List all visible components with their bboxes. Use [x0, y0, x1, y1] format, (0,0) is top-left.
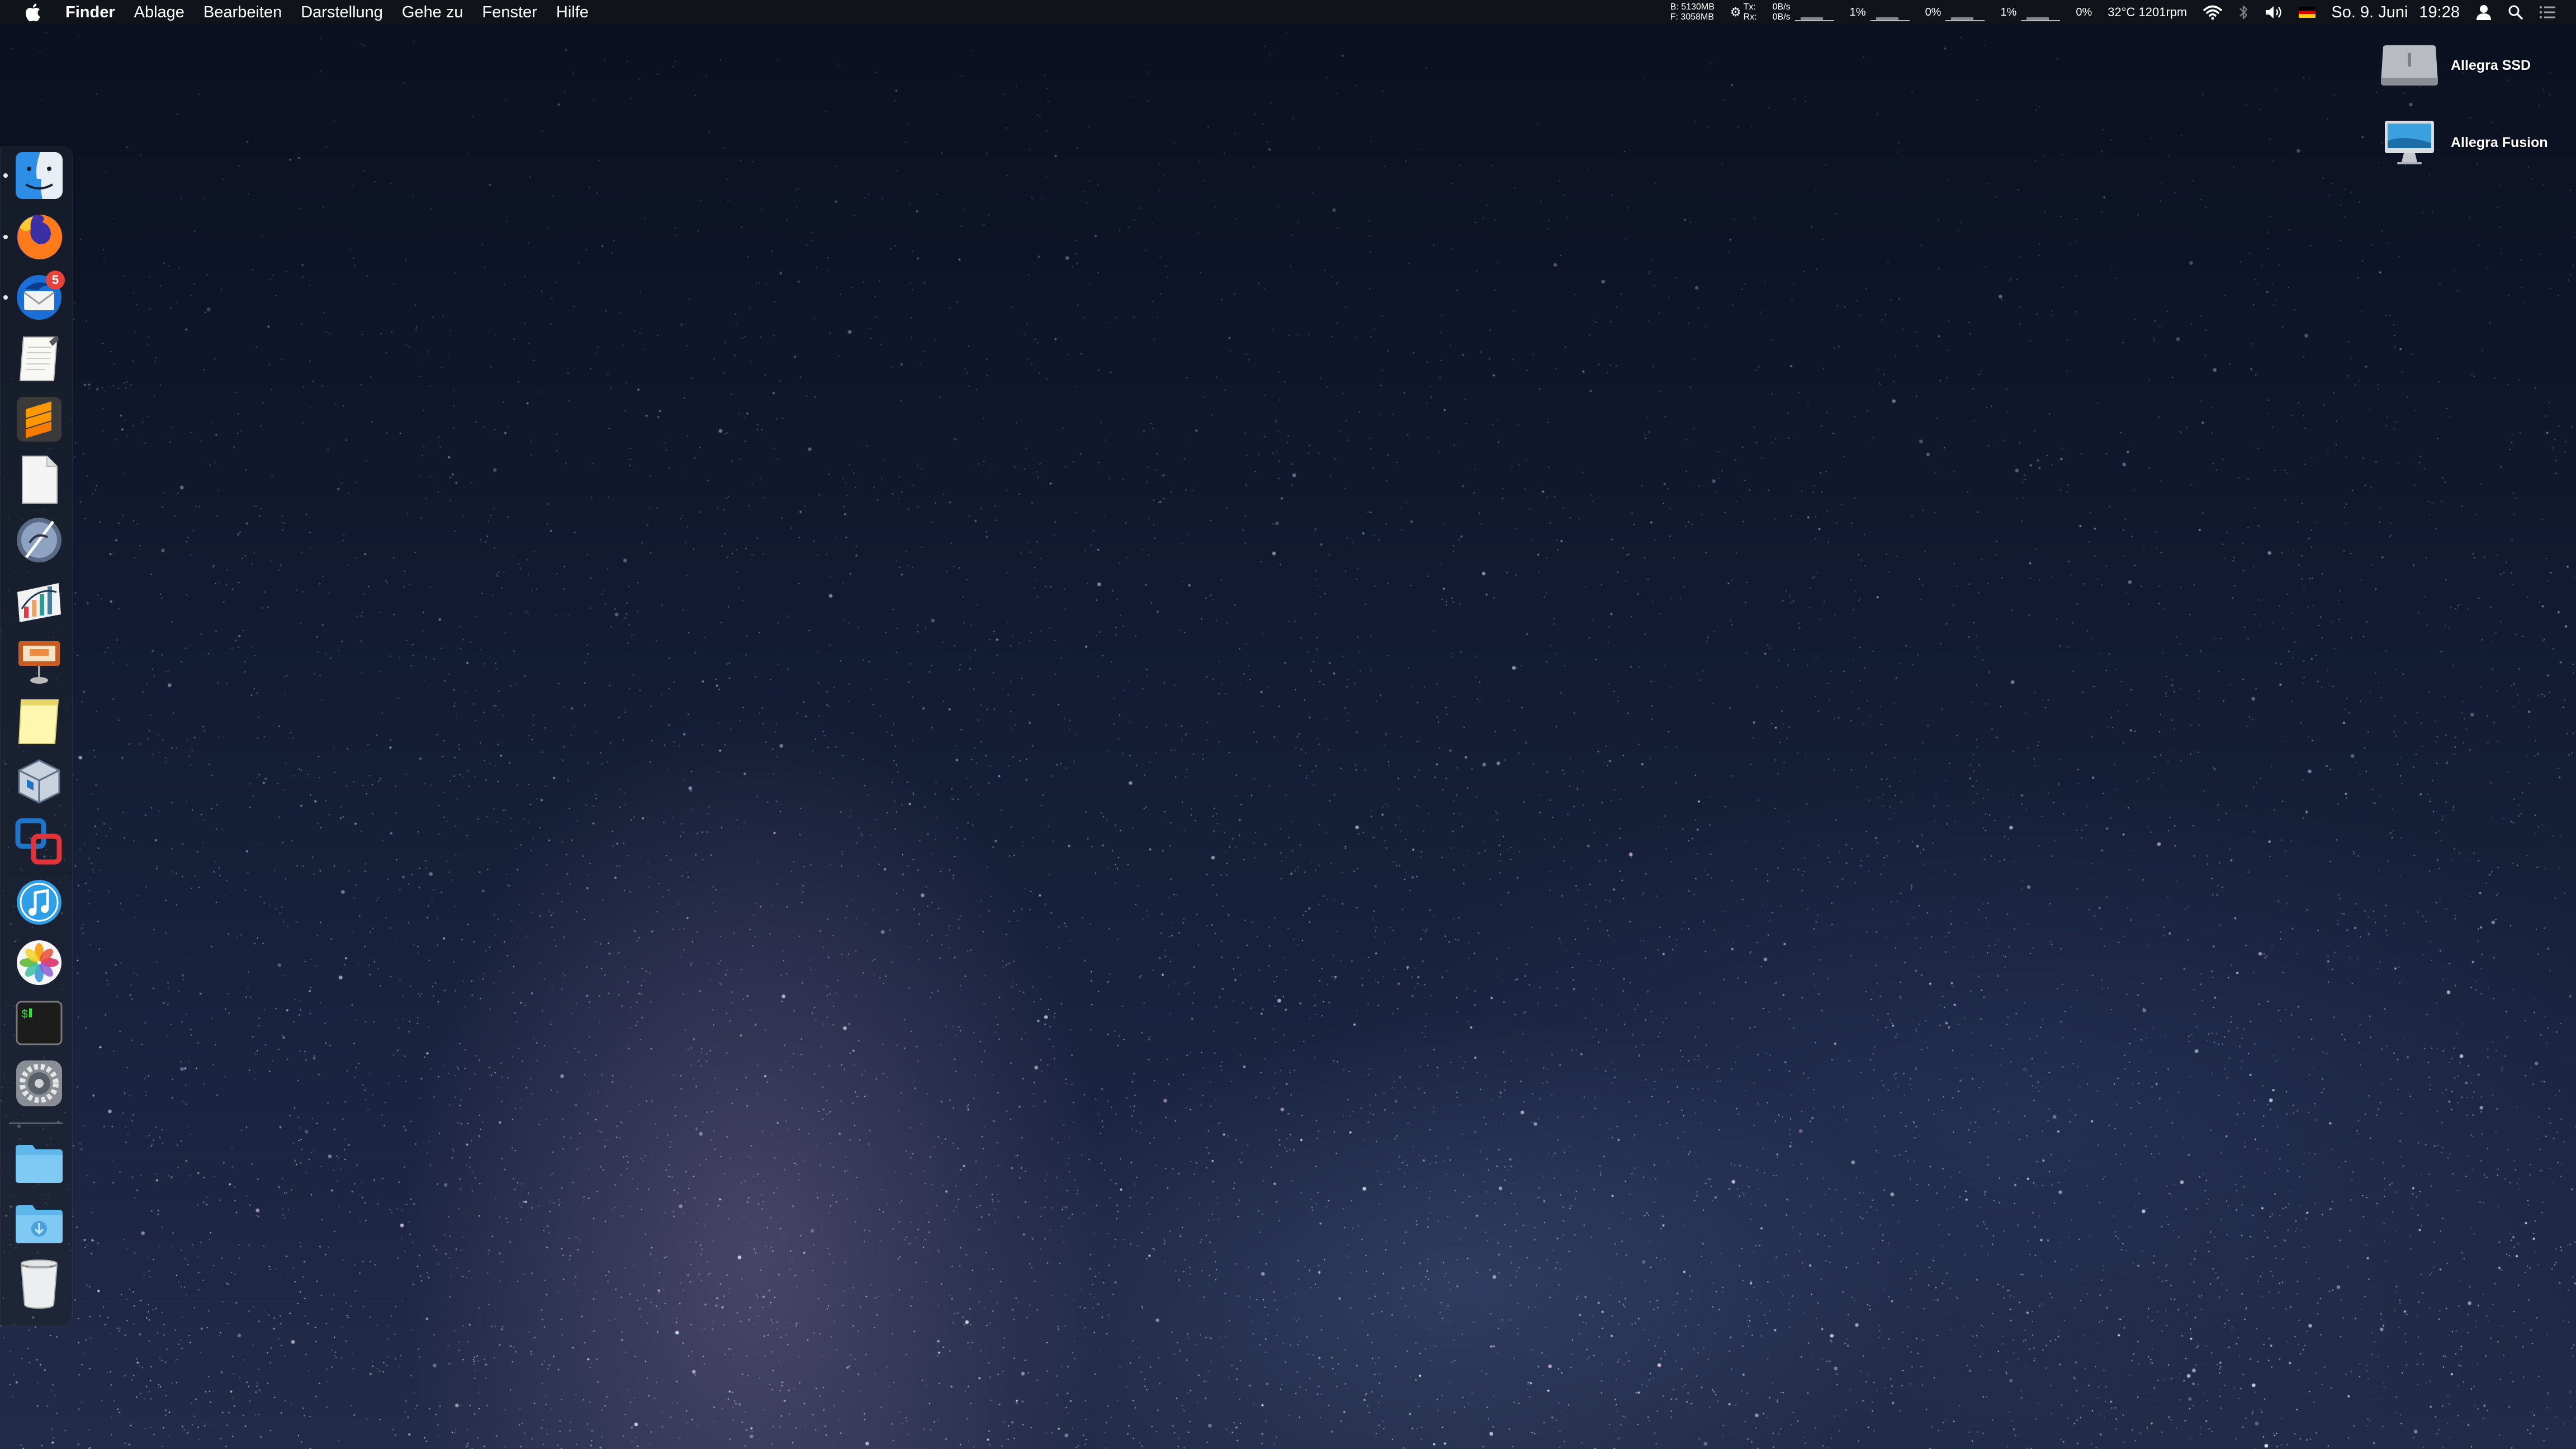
network-rate-monitor[interactable]: 0B/s 0B/s	[1765, 0, 1842, 25]
sensor-monitor[interactable]: 32°C 1201rpm	[2100, 0, 2195, 25]
running-indicator-finder	[3, 173, 8, 178]
time: 19:28	[2419, 3, 2460, 21]
volume-icon[interactable]	[2256, 0, 2291, 25]
starry-sky-wallpaper	[0, 0, 2576, 1449]
cpu-1-value: 1%	[1849, 6, 1866, 18]
rx-label: Rx:	[1743, 12, 1757, 22]
cpu-1-graph	[1870, 3, 1910, 21]
running-indicator-firefox	[3, 235, 8, 239]
dock: 5 $	[0, 146, 73, 1326]
menu-ablage[interactable]: Ablage	[125, 0, 194, 25]
menu-fenster[interactable]: Fenster	[473, 0, 547, 25]
cpu-2-graph	[1945, 3, 1985, 21]
clock[interactable]: So. 9. Juni 19:28	[2323, 0, 2468, 25]
finder-icon[interactable]	[13, 150, 65, 201]
rx-rate: 0B/s	[1772, 12, 1791, 22]
cpu-3-value: 1%	[2000, 6, 2017, 18]
cpu-4-value: 0%	[2076, 6, 2092, 18]
terminal-icon[interactable]: $	[13, 997, 65, 1049]
cpu-monitor-4[interactable]: 0%	[2068, 0, 2100, 25]
tx-rate: 0B/s	[1772, 2, 1791, 12]
memory-line-2: F: 3058MB	[1670, 12, 1715, 22]
user-icon[interactable]	[2468, 0, 2500, 25]
document-icon[interactable]	[13, 454, 65, 505]
cpu-3-graph	[2021, 3, 2061, 21]
keynote-icon[interactable]	[13, 635, 65, 686]
imac-drive-icon	[2376, 117, 2443, 168]
virtualbox-icon[interactable]	[13, 756, 65, 807]
menu-darstellung[interactable]: Darstellung	[291, 0, 392, 25]
cpu-monitor-2[interactable]: 0%	[1917, 0, 1993, 25]
desktop-icon-allegra-fusion[interactable]: Allegra Fusion	[2376, 117, 2548, 168]
cpu-2-value: 0%	[1925, 6, 1942, 18]
hard-drive-icon	[2376, 40, 2443, 91]
photos-icon[interactable]	[13, 937, 65, 988]
notes-icon[interactable]	[13, 695, 65, 747]
cpu-monitor-1[interactable]: 1%	[1842, 0, 1917, 25]
dock-separator	[9, 1123, 63, 1124]
grapher-icon[interactable]	[13, 575, 65, 626]
date: So. 9. Juni	[2331, 3, 2408, 21]
svg-text:$: $	[21, 1008, 28, 1021]
textedit-icon[interactable]	[13, 333, 65, 385]
tx-label: Tx:	[1743, 2, 1756, 12]
menu-bar: Finder Ablage Bearbeiten Darstellung Geh…	[0, 0, 2576, 25]
trash-icon[interactable]	[13, 1258, 65, 1309]
apple-logo-icon[interactable]	[20, 3, 45, 22]
system-preferences-icon[interactable]	[13, 1058, 65, 1109]
itunes-icon[interactable]	[13, 877, 65, 928]
downloads-folder-icon[interactable]	[13, 1197, 65, 1249]
menu-hilfe[interactable]: Hilfe	[547, 0, 598, 25]
memory-line-1: B: 5130MB	[1670, 2, 1715, 12]
vmware-fusion-icon[interactable]	[13, 816, 65, 868]
wifi-icon[interactable]	[2195, 0, 2231, 25]
network-monitor[interactable]: ⚙ Tx: Rx:	[1722, 0, 1765, 25]
menu-gehe-zu[interactable]: Gehe zu	[392, 0, 473, 25]
folder-icon[interactable]	[13, 1137, 65, 1188]
running-indicator-thunderbird	[3, 295, 8, 300]
thunderbird-unread-badge: 5	[46, 271, 65, 290]
notification-center-icon[interactable]	[2531, 0, 2576, 25]
firefox-icon[interactable]	[13, 211, 65, 263]
network-graph	[1794, 3, 1834, 21]
menu-bearbeiten[interactable]: Bearbeiten	[194, 0, 291, 25]
network-icon: ⚙	[1730, 5, 1741, 19]
cpu-monitor-3[interactable]: 1%	[1992, 0, 2068, 25]
desktop-icon-allegra-ssd[interactable]: Allegra SSD	[2376, 40, 2531, 91]
spotlight-icon[interactable]	[2500, 0, 2531, 25]
menu-app-name[interactable]: Finder	[56, 0, 125, 25]
memory-monitor[interactable]: B: 5130MB F: 3058MB	[1663, 0, 1722, 25]
sensor-value: 32°C 1201rpm	[2108, 5, 2187, 19]
bluetooth-icon[interactable]	[2231, 0, 2256, 25]
sublime-text-icon[interactable]	[13, 394, 65, 445]
flag-de-icon[interactable]	[2291, 0, 2323, 25]
script-editor-icon[interactable]	[13, 514, 65, 566]
desktop-icon-label: Allegra SSD	[2451, 57, 2531, 73]
desktop-icon-label: Allegra Fusion	[2451, 134, 2548, 150]
